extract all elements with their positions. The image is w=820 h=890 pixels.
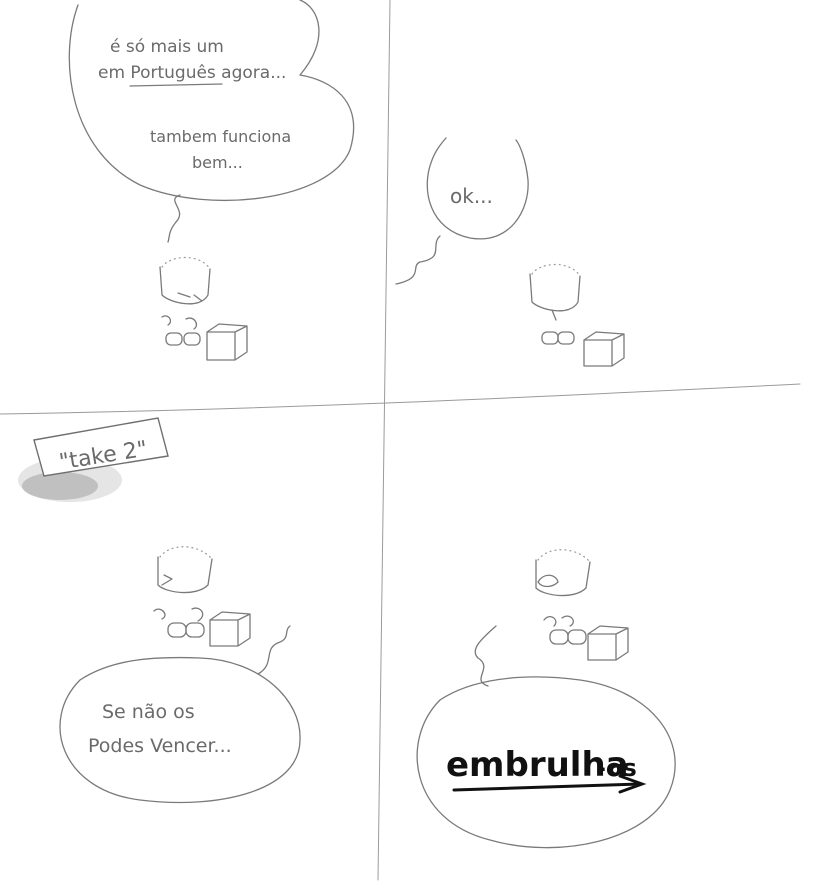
underline (129, 83, 223, 87)
box-icon (209, 611, 251, 647)
speech-line: Se não os (102, 701, 195, 723)
box-icon (587, 625, 629, 661)
panel-bottom-left: "take 2" Se não os Podes Vencer... (18, 417, 301, 804)
take-sign: "take 2" (18, 417, 169, 502)
character-icon (159, 256, 211, 346)
speech-line: ok... (450, 184, 493, 208)
speech-bubble-3 (59, 656, 301, 804)
emphatic-word: embrulha -os (446, 745, 647, 794)
comic-strip: é só mais um em Português agora... tambe… (0, 0, 801, 881)
character-icon (535, 549, 591, 645)
speech-suffix: -os (596, 754, 637, 782)
speech-line: é só mais um (110, 37, 224, 57)
speech-line: Podes Vencer... (88, 735, 232, 757)
speech-line: tambem funciona (150, 127, 291, 146)
speech-line: em Português agora... (98, 63, 286, 83)
panel-bottom-right: embrulha -os (416, 549, 676, 849)
panel-top-left: é só mais um em Português agora... tambe… (68, 0, 355, 361)
panel-top-right: ok... (395, 137, 625, 367)
character-icon (153, 546, 213, 638)
box-icon (583, 331, 625, 367)
character-icon (529, 263, 581, 345)
box-icon (206, 323, 248, 361)
speech-line: bem... (192, 153, 243, 172)
